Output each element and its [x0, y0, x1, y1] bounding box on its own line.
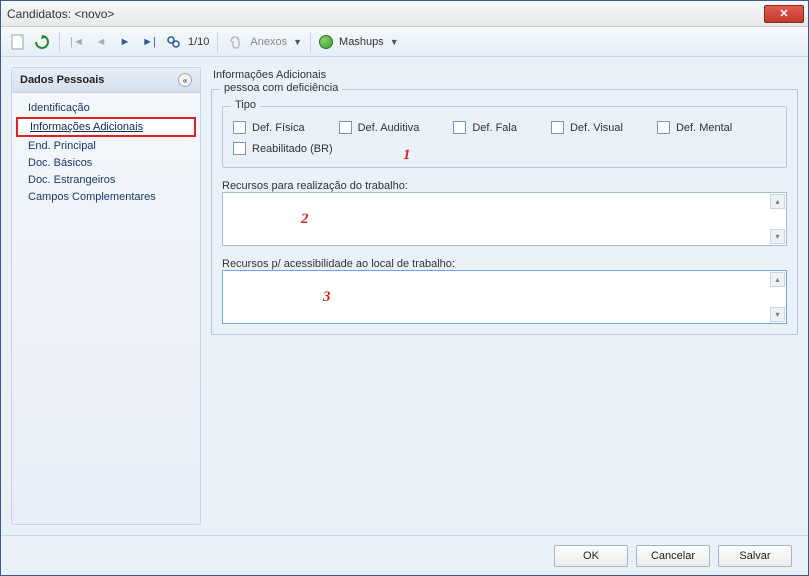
group-tipo: Tipo Def. Física Def. Auditiva Def. Fala…	[222, 106, 787, 168]
save-button[interactable]: Salvar	[718, 545, 792, 567]
toolbar: |◄ ◄ ► ►| 1/10 Anexos ▼ Mashups ▼	[1, 27, 808, 57]
footer: OK Cancelar Salvar	[1, 535, 808, 575]
sidebar-item-doc-estrangeiros[interactable]: Doc. Estrangeiros	[16, 172, 196, 188]
toolbar-separator	[310, 32, 311, 52]
cancel-button[interactable]: Cancelar	[636, 545, 710, 567]
mashups-label[interactable]: Mashups	[339, 36, 384, 48]
titlebar: Candidatos: <novo> ✕	[1, 1, 808, 27]
checkbox-icon	[551, 121, 564, 134]
check-label: Def. Física	[252, 122, 305, 134]
sidebar-item-informacoes-adicionais[interactable]: Informações Adicionais	[16, 117, 196, 137]
nav-prev-icon[interactable]: ◄	[92, 33, 110, 51]
check-label: Def. Mental	[676, 122, 732, 134]
check-reabilitado[interactable]: Reabilitado (BR)	[233, 142, 333, 155]
toolbar-separator	[217, 32, 218, 52]
toolbar-separator	[59, 32, 60, 52]
nav-next-icon[interactable]: ►	[116, 33, 134, 51]
new-document-icon[interactable]	[9, 33, 27, 51]
annotation-3: 3	[323, 289, 331, 306]
sidebar-item-campos-complementares[interactable]: Campos Complementares	[16, 189, 196, 205]
check-def-fala[interactable]: Def. Fala	[453, 121, 517, 134]
check-def-mental[interactable]: Def. Mental	[657, 121, 732, 134]
check-def-fisica[interactable]: Def. Física	[233, 121, 305, 134]
scroll-up-icon[interactable]: ▴	[770, 272, 785, 287]
field2-label: Recursos p/ acessibilidade ao local de t…	[222, 258, 787, 270]
content-area: Dados Pessoais « Identificação Informaçõ…	[1, 57, 808, 535]
checkbox-icon	[233, 142, 246, 155]
check-label: Def. Auditiva	[358, 122, 420, 134]
sidebar: Dados Pessoais « Identificação Informaçõ…	[11, 67, 201, 525]
group-label: pessoa com deficiência	[220, 82, 342, 94]
check-def-auditiva[interactable]: Def. Auditiva	[339, 121, 420, 134]
close-icon: ✕	[779, 7, 788, 20]
check-def-visual[interactable]: Def. Visual	[551, 121, 623, 134]
close-button[interactable]: ✕	[764, 5, 804, 23]
checkbox-icon	[233, 121, 246, 134]
ok-button[interactable]: OK	[554, 545, 628, 567]
tipo-row-2: Reabilitado (BR) 1	[233, 142, 776, 155]
field1-label: Recursos para realização do trabalho:	[222, 180, 787, 192]
checkbox-icon	[453, 121, 466, 134]
sidebar-items: Identificação Informações Adicionais End…	[12, 93, 200, 212]
nav-first-icon[interactable]: |◄	[68, 33, 86, 51]
sidebar-header-label: Dados Pessoais	[20, 74, 104, 86]
sidebar-item-identificacao[interactable]: Identificação	[16, 100, 196, 116]
annotation-1: 1	[403, 147, 411, 164]
sidebar-header[interactable]: Dados Pessoais «	[12, 68, 200, 93]
anexos-label[interactable]: Anexos	[250, 36, 287, 48]
scroll-down-icon[interactable]: ▾	[770, 229, 785, 244]
check-label: Reabilitado (BR)	[252, 143, 333, 155]
refresh-icon[interactable]	[33, 33, 51, 51]
section-title: Informações Adicionais	[211, 67, 798, 83]
tipo-row-1: Def. Física Def. Auditiva Def. Fala Def.…	[233, 121, 776, 134]
collapse-icon[interactable]: «	[178, 73, 192, 87]
scroll-down-icon[interactable]: ▾	[770, 307, 785, 322]
recursos-trabalho-textarea[interactable]: ▴ ▾ 2	[222, 192, 787, 246]
anexos-dropdown-icon[interactable]: ▼	[293, 37, 302, 47]
recursos-acessibilidade-textarea[interactable]: ▴ ▾ 3	[222, 270, 787, 324]
mashups-icon[interactable]	[319, 35, 333, 49]
nav-last-icon[interactable]: ►|	[140, 33, 158, 51]
checkbox-icon	[339, 121, 352, 134]
sidebar-item-doc-basicos[interactable]: Doc. Básicos	[16, 155, 196, 171]
check-label: Def. Fala	[472, 122, 517, 134]
window-title: Candidatos: <novo>	[7, 7, 114, 21]
page-indicator: 1/10	[188, 36, 209, 48]
scroll-up-icon[interactable]: ▴	[770, 194, 785, 209]
attachment-icon	[226, 33, 244, 51]
main-area: Informações Adicionais pessoa com defici…	[211, 67, 798, 525]
mashups-dropdown-icon[interactable]: ▼	[390, 37, 399, 47]
group-pessoa-deficiencia: pessoa com deficiência Tipo Def. Física …	[211, 89, 798, 335]
annotation-2: 2	[301, 211, 309, 228]
find-icon[interactable]	[164, 33, 182, 51]
checkbox-icon	[657, 121, 670, 134]
tipo-label: Tipo	[231, 99, 260, 111]
check-label: Def. Visual	[570, 122, 623, 134]
sidebar-item-end-principal[interactable]: End. Principal	[16, 138, 196, 154]
